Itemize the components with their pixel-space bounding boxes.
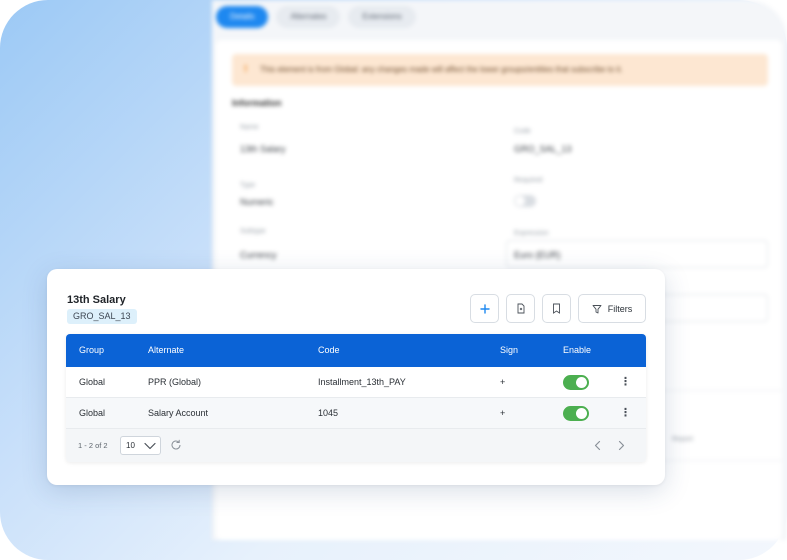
column-enable[interactable]: Enable bbox=[563, 334, 591, 367]
cell-group: Global bbox=[79, 408, 106, 418]
cell-sign: + bbox=[500, 377, 506, 387]
required-toggle[interactable] bbox=[514, 195, 536, 207]
code-label: Code bbox=[514, 128, 531, 135]
subtype-value[interactable]: Currency bbox=[240, 250, 277, 260]
filters-label: Filters bbox=[607, 303, 633, 314]
subtype-label: Subtype bbox=[240, 228, 266, 235]
cell-code: Installment_13th_PAY bbox=[318, 377, 406, 387]
expression-label: Expression bbox=[514, 230, 549, 237]
chevron-right-icon[interactable] bbox=[616, 440, 626, 451]
type-value[interactable]: Numeric bbox=[240, 197, 274, 207]
page-size-select[interactable]: 10 bbox=[120, 436, 161, 455]
required-label: Required bbox=[514, 177, 543, 184]
column-alternate[interactable]: Alternate bbox=[148, 334, 184, 367]
filters-button[interactable]: Filters bbox=[578, 294, 646, 323]
code-value[interactable]: GRO_SAL_13 bbox=[514, 144, 572, 154]
warning-icon: ! bbox=[244, 64, 248, 75]
background-tabs: Details Alternates Extensions bbox=[216, 6, 416, 28]
export-button[interactable] bbox=[506, 294, 535, 323]
column-group[interactable]: Group bbox=[79, 334, 104, 367]
type-label: Type bbox=[240, 182, 256, 189]
row-menu-icon[interactable]: ⋮ bbox=[620, 367, 631, 398]
section-title: Information bbox=[232, 98, 282, 108]
page-size-value: 10 bbox=[126, 441, 135, 450]
chevron-left-icon[interactable] bbox=[593, 440, 603, 451]
tab-details[interactable]: Details bbox=[216, 6, 269, 28]
cell-alternate: Salary Account bbox=[148, 408, 209, 418]
chevron-down-icon bbox=[144, 442, 156, 450]
table-header: Group Alternate Code Sign Enable bbox=[66, 334, 646, 367]
column-sign[interactable]: Sign bbox=[500, 334, 518, 367]
warning-text: This element is from Global: any changes… bbox=[260, 65, 623, 74]
plus-icon bbox=[479, 303, 490, 314]
column-code[interactable]: Code bbox=[318, 334, 340, 367]
enable-toggle[interactable] bbox=[563, 406, 589, 421]
bookmark-button[interactable] bbox=[542, 294, 571, 323]
bookmark-icon bbox=[553, 303, 560, 314]
tab-extensions[interactable]: Extensions bbox=[348, 6, 416, 28]
card-title: 13th Salary bbox=[67, 294, 126, 306]
table-row[interactable]: Global Salary Account 1045 + ⋮ bbox=[66, 398, 646, 429]
filter-icon bbox=[592, 304, 602, 313]
table-row[interactable]: Global PPR (Global) Installment_13th_PAY… bbox=[66, 367, 646, 398]
name-value[interactable]: 13th Salary bbox=[240, 144, 286, 154]
cell-sign: + bbox=[500, 408, 506, 418]
alternates-card: 13th Salary GRO_SAL_13 Filters Group Alt… bbox=[47, 269, 665, 485]
cell-code: 1045 bbox=[318, 408, 339, 418]
add-button[interactable] bbox=[470, 294, 499, 323]
cell-group: Global bbox=[79, 377, 106, 387]
cell-alternate: PPR (Global) bbox=[148, 377, 202, 387]
warning-banner: ! This element is from Global: any chang… bbox=[232, 54, 768, 86]
refresh-icon[interactable] bbox=[170, 439, 182, 451]
expression-value: Euro (EUR) bbox=[514, 250, 561, 260]
alternates-table: Group Alternate Code Sign Enable Global … bbox=[66, 334, 646, 462]
enable-toggle[interactable] bbox=[563, 375, 589, 390]
report-label: Report bbox=[672, 436, 694, 443]
row-menu-icon[interactable]: ⋮ bbox=[620, 398, 631, 429]
table-footer: 1 - 2 of 2 10 bbox=[66, 429, 646, 462]
name-label: Name bbox=[240, 124, 259, 131]
pagination-range: 1 - 2 of 2 bbox=[78, 441, 108, 450]
export-file-icon bbox=[517, 303, 524, 314]
tab-alternates[interactable]: Alternates bbox=[276, 6, 341, 28]
code-badge: GRO_SAL_13 bbox=[67, 309, 137, 324]
